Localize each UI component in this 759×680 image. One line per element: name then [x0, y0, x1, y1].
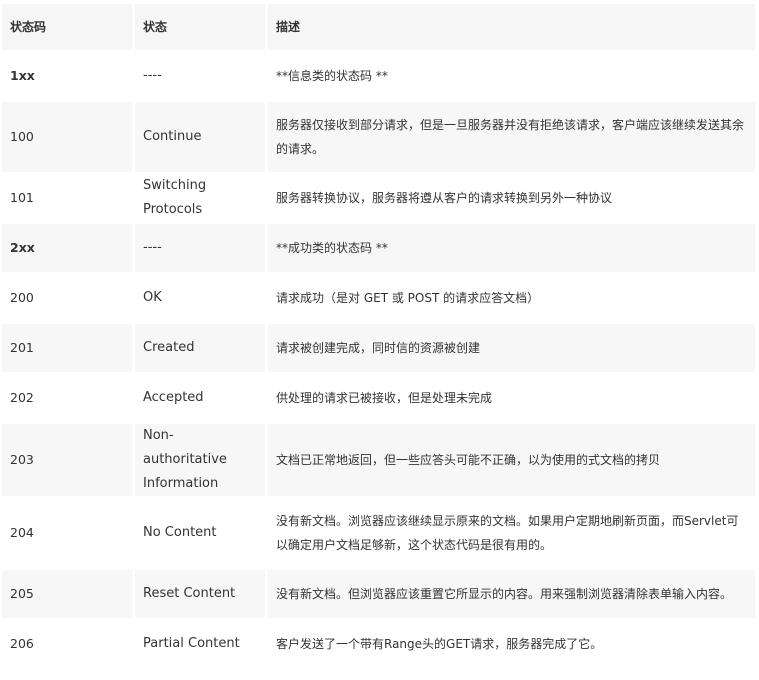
cell-code: 1xx [2, 52, 132, 100]
cell-description: 请求被创建完成，同时信的资源被创建 [268, 324, 755, 372]
table-row: 203 Non-authoritative Information 文档已正常地… [2, 424, 755, 496]
cell-code: 206 [2, 620, 132, 668]
cell-status: OK [135, 274, 265, 322]
cell-description: 服务器仅接收到部分请求，但是一旦服务器并没有拒绝该请求，客户端应该继续发送其余的… [268, 102, 755, 172]
cell-description: 客户发送了一个带有Range头的GET请求，服务器完成了它。 [268, 620, 755, 668]
cell-description: 没有新文档。但浏览器应该重置它所显示的内容。用来强制浏览器清除表单输入内容。 [268, 570, 755, 618]
cell-code: 201 [2, 324, 132, 372]
cell-status: ---- [135, 224, 265, 272]
cell-status: Created [135, 324, 265, 372]
status-code-table: 状态码 状态 描述 1xx ---- **信息类的状态码 ** 100 Cont… [0, 2, 758, 670]
cell-description: 供处理的请求已被接收，但是处理未完成 [268, 374, 755, 422]
table-row: 2xx ---- **成功类的状态码 ** [2, 224, 755, 272]
cell-status: Switching Protocols [135, 174, 265, 222]
cell-description: 请求成功（是对 GET 或 POST 的请求应答文档） [268, 274, 755, 322]
cell-status: Continue [135, 102, 265, 172]
table-row: 1xx ---- **信息类的状态码 ** [2, 52, 755, 100]
cell-status: ---- [135, 52, 265, 100]
table-header-row: 状态码 状态 描述 [2, 4, 755, 50]
header-status: 状态 [135, 4, 265, 50]
cell-code: 202 [2, 374, 132, 422]
cell-code: 101 [2, 174, 132, 222]
table-row: 101 Switching Protocols 服务器转换协议，服务器将遵从客户… [2, 174, 755, 222]
header-description: 描述 [268, 4, 755, 50]
table-row: 202 Accepted 供处理的请求已被接收，但是处理未完成 [2, 374, 755, 422]
cell-code: 200 [2, 274, 132, 322]
table-row: 204 No Content 没有新文档。浏览器应该继续显示原来的文档。如果用户… [2, 498, 755, 568]
cell-code: 204 [2, 498, 132, 568]
header-code: 状态码 [2, 4, 132, 50]
cell-status: Partial Content [135, 620, 265, 668]
table-row: 100 Continue 服务器仅接收到部分请求，但是一旦服务器并没有拒绝该请求… [2, 102, 755, 172]
cell-description: **成功类的状态码 ** [268, 224, 755, 272]
cell-code: 2xx [2, 224, 132, 272]
cell-description: **信息类的状态码 ** [268, 52, 755, 100]
cell-description: 文档已正常地返回，但一些应答头可能不正确，以为使用的式文档的拷贝 [268, 424, 755, 496]
table-row: 206 Partial Content 客户发送了一个带有Range头的GET请… [2, 620, 755, 668]
cell-code: 100 [2, 102, 132, 172]
table-row: 205 Reset Content 没有新文档。但浏览器应该重置它所显示的内容。… [2, 570, 755, 618]
cell-status: No Content [135, 498, 265, 568]
table-row: 201 Created 请求被创建完成，同时信的资源被创建 [2, 324, 755, 372]
cell-code: 203 [2, 424, 132, 496]
cell-status: Accepted [135, 374, 265, 422]
cell-description: 服务器转换协议，服务器将遵从客户的请求转换到另外一种协议 [268, 174, 755, 222]
cell-status: Non-authoritative Information [135, 424, 265, 496]
table-row: 200 OK 请求成功（是对 GET 或 POST 的请求应答文档） [2, 274, 755, 322]
cell-status: Reset Content [135, 570, 265, 618]
cell-description: 没有新文档。浏览器应该继续显示原来的文档。如果用户定期地刷新页面，而Servle… [268, 498, 755, 568]
cell-code: 205 [2, 570, 132, 618]
